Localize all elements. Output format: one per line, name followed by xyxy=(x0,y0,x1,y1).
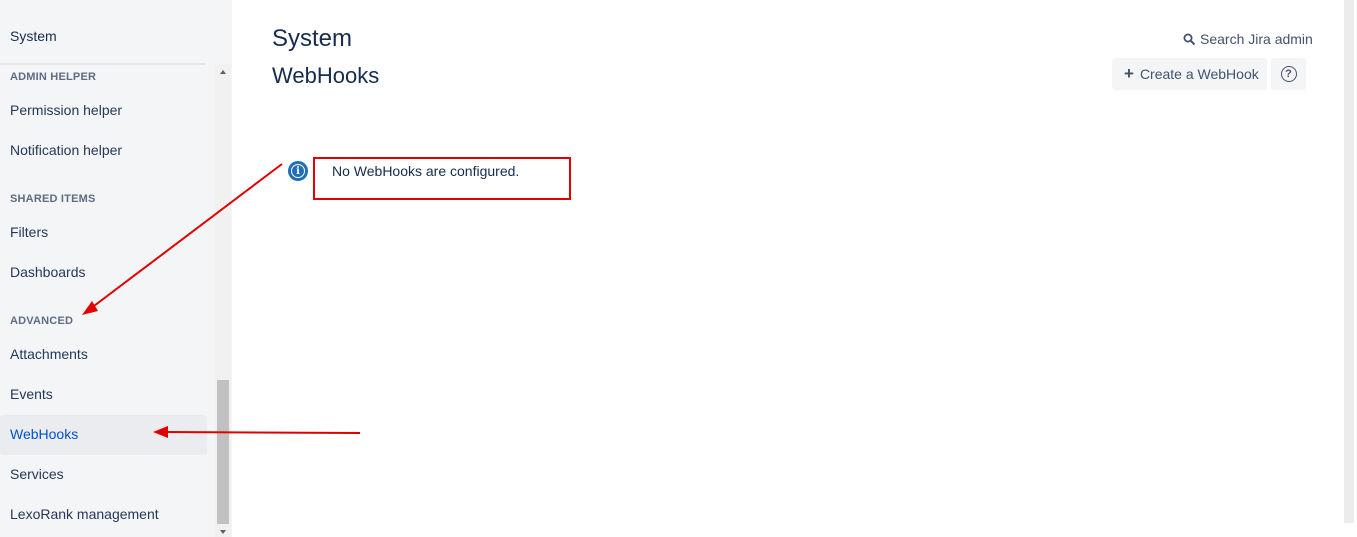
plus-icon: + xyxy=(1124,63,1134,83)
section-heading-admin-helper: ADMIN HELPER xyxy=(10,71,97,83)
sidebar-title: System xyxy=(10,28,57,44)
search-icon xyxy=(1183,33,1196,45)
sidebar-item-notification-helper[interactable]: Notification helper xyxy=(0,131,207,171)
sidebar-divider xyxy=(0,63,206,65)
sidebar-item-label: Notification helper xyxy=(10,142,123,158)
search-admin-label: Search Jira admin xyxy=(1200,31,1313,47)
sidebar-item-lexorank-management[interactable]: LexoRank management xyxy=(0,495,207,535)
section-heading-advanced: ADVANCED xyxy=(10,315,74,327)
page-scrollbar[interactable] xyxy=(1341,0,1357,537)
sidebar-header: System xyxy=(0,0,232,64)
sidebar-item-label: Dashboards xyxy=(10,264,86,280)
sidebar-item-attachments[interactable]: Attachments xyxy=(0,335,207,375)
sidebar-scrollbar-thumb[interactable] xyxy=(217,380,229,524)
sidebar-item-label: LexoRank management xyxy=(10,506,159,522)
sidebar-item-events[interactable]: Events xyxy=(0,375,207,415)
sidebar-item-filters[interactable]: Filters xyxy=(0,213,207,253)
sidebar-item-label: WebHooks xyxy=(10,426,79,442)
scroll-down-arrow-icon[interactable] xyxy=(215,528,231,537)
help-icon: ? xyxy=(1280,66,1297,82)
sidebar-item-label: Permission helper xyxy=(10,102,123,118)
info-icon: i xyxy=(288,161,308,181)
sidebar-item-label: Events xyxy=(10,386,53,402)
sidebar-item-permission-helper[interactable]: Permission helper xyxy=(0,91,207,131)
scroll-up-arrow-icon[interactable] xyxy=(215,68,231,78)
help-button[interactable]: ? xyxy=(1271,58,1306,90)
sidebar-item-label: Filters xyxy=(10,224,49,240)
sidebar-scrollbar[interactable] xyxy=(215,64,231,537)
info-glyph: i xyxy=(291,164,305,178)
sidebar-item-services[interactable]: Services xyxy=(0,455,207,495)
create-webhook-button[interactable]: + Create a WebHook xyxy=(1112,58,1267,90)
annotation-highlight-box xyxy=(313,157,571,200)
sidebar: System ADMIN HELPER Permission helper No… xyxy=(0,0,232,537)
page-title: System xyxy=(272,25,353,52)
page-subtitle: WebHooks xyxy=(272,63,380,88)
page-scrollbar-thumb[interactable] xyxy=(1344,0,1354,523)
search-admin-link[interactable]: Search Jira admin xyxy=(1183,31,1313,47)
sidebar-item-webhooks[interactable]: WebHooks xyxy=(0,415,207,455)
sidebar-item-label: Attachments xyxy=(10,346,88,362)
section-heading-shared-items: SHARED ITEMS xyxy=(10,193,96,205)
sidebar-item-dashboards[interactable]: Dashboards xyxy=(0,253,207,293)
sidebar-item-label: Services xyxy=(10,466,64,482)
create-webhook-label: Create a WebHook xyxy=(1139,66,1259,82)
